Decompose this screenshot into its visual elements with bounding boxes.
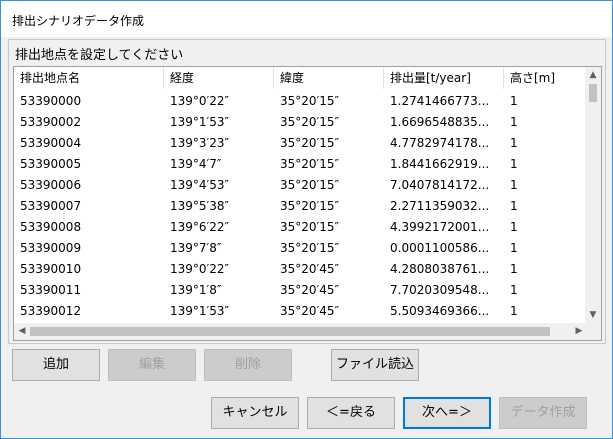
height-cell: 1 (510, 157, 518, 171)
point-name-cell: 53390000 (20, 94, 82, 108)
table-row[interactable]: 53390009 139°7′8″ 35°20′15″ 0.0001100586...… (14, 238, 587, 259)
height-cell: 1 (510, 262, 518, 276)
table-row[interactable]: 53390000 139°0′22″ 35°20′15″ 1.2741466773..… (14, 91, 587, 112)
emission-point-list[interactable]: 排出地点名 経度 緯度 排出量[t/year] 高さ[m] 53390000 13… (13, 66, 602, 341)
left-arrow-icon[interactable]: ◀ (14, 323, 30, 339)
table-row[interactable]: 53390007 139°5′38″ 35°20′15″ 2.2711359032..… (14, 196, 587, 217)
column-header-latitude[interactable]: 緯度 (274, 67, 384, 89)
emission-cell: 4.3992172001... (390, 220, 490, 234)
table-row[interactable]: 53390010 139°0′22″ 35°20′45″ 4.2808038761..… (14, 259, 587, 280)
cancel-button[interactable]: キャンセル (211, 397, 299, 429)
vertical-scrollbar[interactable]: ▲ ▼ (585, 67, 601, 323)
height-cell: 1 (510, 178, 518, 192)
emission-point-group: 排出地点を設定してください 排出地点名 経度 緯度 排出量[t/year] 高さ… (8, 39, 606, 344)
point-name-cell: 53390006 (20, 178, 82, 192)
longitude-cell: 139°4′7″ (170, 157, 222, 171)
column-header-height[interactable]: 高さ[m] (504, 67, 587, 89)
longitude-cell: 139°3′23″ (170, 136, 230, 150)
latitude-cell: 35°20′15″ (280, 220, 340, 234)
latitude-cell: 35°20′45″ (280, 304, 340, 318)
latitude-cell: 35°20′15″ (280, 178, 340, 192)
point-name-cell: 53390009 (20, 241, 82, 255)
point-name-cell: 53390010 (20, 262, 82, 276)
table-row[interactable]: 53390008 139°6′22″ 35°20′15″ 4.3992172001..… (14, 217, 587, 238)
point-name-cell: 53390008 (20, 220, 82, 234)
horizontal-scrollbar[interactable]: ◀ ▶ (14, 323, 587, 340)
table-row[interactable]: 53390002 139°1′53″ 35°20′15″ 1.6696548835..… (14, 112, 587, 133)
height-cell: 1 (510, 304, 518, 318)
latitude-cell: 35°20′15″ (280, 157, 340, 171)
scroll-corner (585, 323, 601, 340)
load-file-button[interactable]: ファイル読込 (331, 349, 419, 381)
delete-button[interactable]: 削除 (204, 349, 292, 381)
edit-button[interactable]: 編集 (108, 349, 196, 381)
latitude-cell: 35°20′15″ (280, 136, 340, 150)
latitude-cell: 35°20′15″ (280, 241, 340, 255)
latitude-cell: 35°20′15″ (280, 115, 340, 129)
back-button[interactable]: ＜=戻る (307, 397, 395, 429)
create-data-button[interactable]: データ作成 (499, 397, 587, 429)
latitude-cell: 35°20′15″ (280, 94, 340, 108)
group-label: 排出地点を設定してください (15, 48, 184, 63)
table-row[interactable]: 53390012 139°1′53″ 35°20′45″ 5.5093469366..… (14, 301, 587, 322)
point-name-cell: 53390002 (20, 115, 82, 129)
emission-cell: 7.0407814172... (390, 178, 490, 192)
next-button[interactable]: 次へ=＞ (403, 397, 491, 429)
emission-cell: 0.0001100586... (390, 241, 490, 255)
longitude-cell: 139°4′53″ (170, 178, 230, 192)
longitude-cell: 139°5′38″ (170, 199, 230, 213)
height-cell: 1 (510, 136, 518, 150)
emission-cell: 5.5093469366... (390, 304, 490, 318)
horizontal-scroll-thumb[interactable] (30, 327, 550, 336)
table-row[interactable]: 53390011 139°1′8″ 35°20′45″ 7.7020309548...… (14, 280, 587, 301)
point-name-cell: 53390005 (20, 157, 82, 171)
list-rows: 53390000 139°0′22″ 35°20′15″ 1.2741466773..… (14, 91, 587, 322)
latitude-cell: 35°20′45″ (280, 262, 340, 276)
height-cell: 1 (510, 220, 518, 234)
longitude-cell: 139°0′22″ (170, 262, 230, 276)
vertical-scroll-thumb[interactable] (589, 84, 597, 102)
height-cell: 1 (510, 199, 518, 213)
point-name-cell: 53390012 (20, 304, 82, 318)
longitude-cell: 139°1′8″ (170, 283, 222, 297)
latitude-cell: 35°20′45″ (280, 283, 340, 297)
column-header-emission[interactable]: 排出量[t/year] (384, 67, 504, 89)
latitude-cell: 35°20′15″ (280, 199, 340, 213)
table-row[interactable]: 53390005 139°4′7″ 35°20′15″ 1.8441662919...… (14, 154, 587, 175)
point-name-cell: 53390004 (20, 136, 82, 150)
height-cell: 1 (510, 94, 518, 108)
height-cell: 1 (510, 283, 518, 297)
point-name-cell: 53390011 (20, 283, 82, 297)
longitude-cell: 139°1′53″ (170, 304, 230, 318)
longitude-cell: 139°1′53″ (170, 115, 230, 129)
height-cell: 1 (510, 115, 518, 129)
height-cell: 1 (510, 241, 518, 255)
title-bar: 排出シナリオデータ作成 (1, 1, 612, 37)
column-header-longitude[interactable]: 経度 (164, 67, 274, 89)
longitude-cell: 139°6′22″ (170, 220, 230, 234)
longitude-cell: 139°0′22″ (170, 94, 230, 108)
up-arrow-icon[interactable]: ▲ (585, 67, 601, 83)
emission-cell: 1.8441662919... (390, 157, 490, 171)
list-header: 排出地点名 経度 緯度 排出量[t/year] 高さ[m] (14, 67, 587, 89)
emission-cell: 4.7782974178... (390, 136, 490, 150)
emission-cell: 2.2711359032... (390, 199, 490, 213)
point-name-cell: 53390007 (20, 199, 82, 213)
column-header-point-name[interactable]: 排出地点名 (14, 67, 164, 89)
table-row[interactable]: 53390004 139°3′23″ 35°20′15″ 4.7782974178..… (14, 133, 587, 154)
window-title: 排出シナリオデータ作成 (12, 14, 145, 28)
emission-cell: 4.2808038761... (390, 262, 490, 276)
longitude-cell: 139°7′8″ (170, 241, 222, 255)
down-arrow-icon[interactable]: ▼ (585, 307, 601, 323)
emission-cell: 7.7020309548... (390, 283, 490, 297)
dialog-window: 排出シナリオデータ作成 排出地点を設定してください 排出地点名 経度 緯度 排出… (0, 0, 613, 439)
add-button[interactable]: 追加 (12, 349, 100, 381)
emission-cell: 1.2741466773... (390, 94, 490, 108)
table-row[interactable]: 53390006 139°4′53″ 35°20′15″ 7.0407814172..… (14, 175, 587, 196)
emission-cell: 1.6696548835... (390, 115, 490, 129)
